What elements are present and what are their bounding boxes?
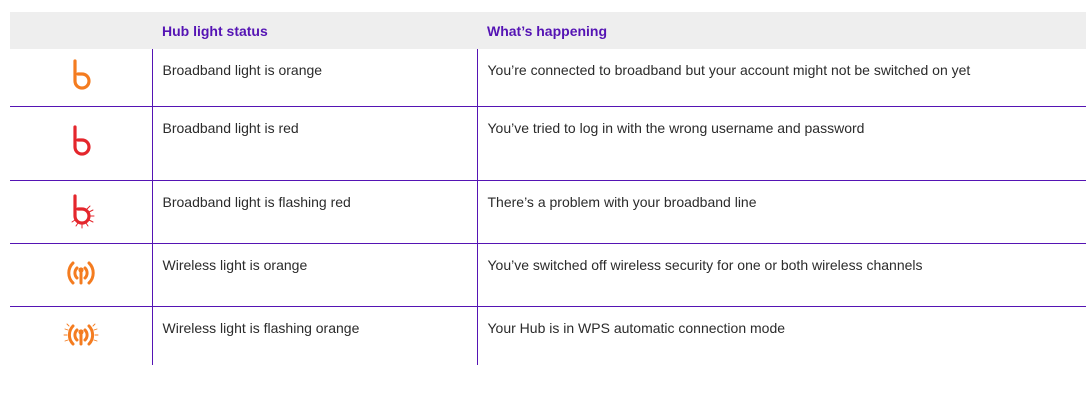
status-cell: Broadband light is red bbox=[151, 106, 477, 181]
wireless-flashing-orange-icon bbox=[61, 314, 101, 354]
header-whats-happening: What’s happening bbox=[487, 22, 608, 39]
whats-happening-cell: There’s a problem with your broadband li… bbox=[476, 180, 1086, 244]
table-row: Broadband light is red You’ve tried to l… bbox=[10, 106, 1086, 181]
status-cell: Broadband light is flashing red bbox=[151, 180, 477, 244]
icon-cell bbox=[10, 307, 152, 366]
status-cell: Wireless light is orange bbox=[151, 243, 477, 307]
whats-happening-cell: You’ve tried to log in with the wrong us… bbox=[476, 106, 1086, 181]
table-row: Broadband light is orange You’re connect… bbox=[10, 49, 1086, 107]
status-cell: Broadband light is orange bbox=[151, 49, 477, 107]
icon-cell bbox=[10, 243, 152, 307]
hub-light-status-table: Hub light status What’s happening Broadb… bbox=[10, 12, 1086, 365]
hub-light-table-container: Hub light status What’s happening Broadb… bbox=[10, 12, 1086, 365]
broadband-flashing-red-icon bbox=[61, 190, 101, 230]
header-icon-column bbox=[10, 12, 152, 49]
wireless-orange-icon bbox=[61, 253, 101, 293]
table-header-row: Hub light status What’s happening bbox=[10, 12, 1086, 49]
table-row: Wireless light is orange You’ve switched… bbox=[10, 243, 1086, 307]
whats-happening-cell: You’re connected to broadband but your a… bbox=[476, 49, 1086, 107]
whats-happening-cell: Your Hub is in WPS automatic connection … bbox=[476, 306, 1086, 365]
icon-cell bbox=[10, 49, 152, 107]
header-hub-light-status: Hub light status bbox=[162, 22, 268, 39]
icon-cell bbox=[10, 106, 152, 181]
broadband-red-icon bbox=[61, 121, 101, 161]
whats-happening-cell: You’ve switched off wireless security fo… bbox=[476, 243, 1086, 307]
status-cell: Wireless light is flashing orange bbox=[151, 306, 477, 365]
broadband-orange-icon bbox=[61, 55, 101, 95]
table-row: Wireless light is flashing orange Your H… bbox=[10, 306, 1086, 366]
icon-cell bbox=[10, 180, 152, 244]
table-row: Broadband light is flashing red There’s … bbox=[10, 180, 1086, 244]
